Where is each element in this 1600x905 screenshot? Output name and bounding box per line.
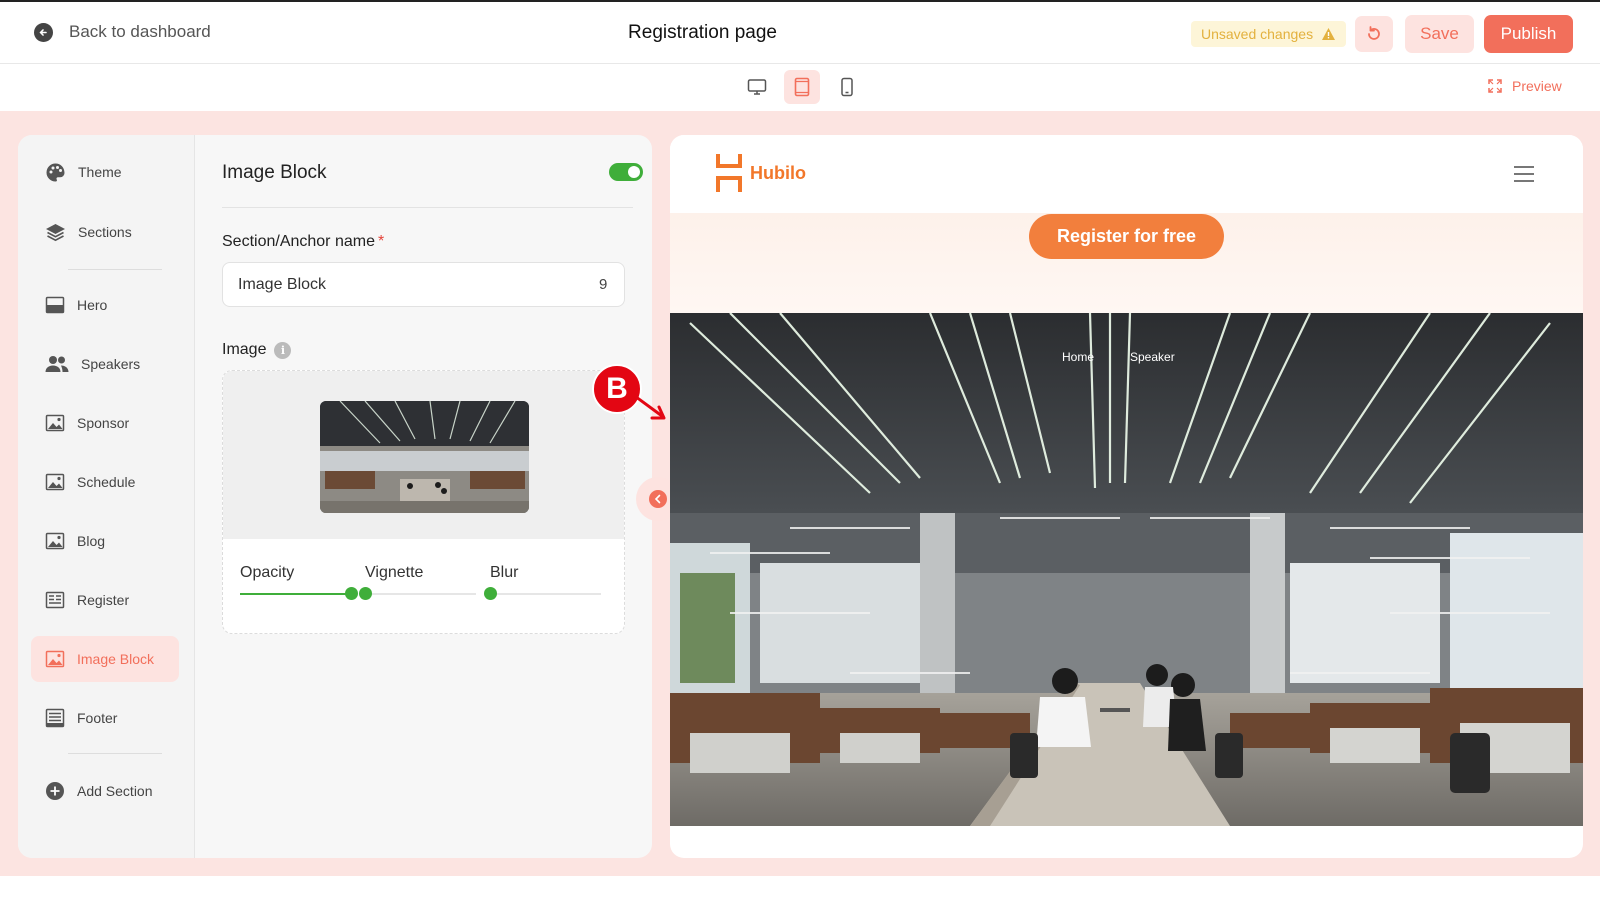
slider-thumb[interactable] bbox=[345, 587, 358, 600]
slider-fill bbox=[240, 593, 351, 595]
slider-thumb[interactable] bbox=[484, 587, 497, 600]
preview-label: Preview bbox=[1512, 78, 1562, 94]
editor-panel: Theme Sections Hero Speakers Sponsor Sch… bbox=[18, 135, 652, 858]
top-bar: Back to dashboard Registration page Unsa… bbox=[0, 0, 1600, 64]
sidebar-item-label: Hero bbox=[77, 297, 108, 313]
hubilo-logo-icon bbox=[716, 154, 742, 192]
overlay-nav-speaker[interactable]: Speaker bbox=[1130, 350, 1175, 364]
sidebar-item-schedule[interactable]: Schedule bbox=[31, 459, 179, 505]
anchor-name-label-text: Section/Anchor name bbox=[222, 233, 375, 250]
warning-icon bbox=[1322, 28, 1336, 40]
palette-icon bbox=[46, 163, 65, 181]
mobile-icon bbox=[841, 77, 853, 97]
panel-divider bbox=[222, 207, 633, 208]
sidebar-item-register[interactable]: Register bbox=[31, 577, 179, 623]
sidebar-item-label: Schedule bbox=[77, 474, 136, 490]
info-icon[interactable]: i bbox=[274, 341, 292, 359]
slider-thumb[interactable] bbox=[359, 587, 372, 600]
sidebar-item-label: Speakers bbox=[81, 356, 141, 372]
required-mark: * bbox=[377, 233, 385, 250]
hubilo-logo[interactable]: Hubilo bbox=[716, 154, 806, 192]
blur-label: Blur bbox=[490, 564, 519, 581]
image-icon bbox=[45, 532, 65, 550]
hero-icon bbox=[45, 296, 65, 314]
sidebar-item-sponsor[interactable]: Sponsor bbox=[31, 400, 179, 446]
image-icon bbox=[45, 473, 65, 491]
nav-divider bbox=[68, 269, 162, 270]
unsaved-changes-badge: Unsaved changes bbox=[1191, 21, 1347, 47]
sidebar-item-label: Theme bbox=[78, 164, 122, 180]
device-toolbar: Preview bbox=[0, 64, 1600, 111]
opacity-slider[interactable] bbox=[240, 587, 358, 600]
image-icon bbox=[45, 650, 65, 668]
logo-text: Hubilo bbox=[750, 162, 806, 183]
anchor-name-label: Section/Anchor name * bbox=[222, 233, 384, 251]
preview-canvas: Hubilo Register for free Home Speaker bbox=[670, 135, 1583, 858]
sidebar-item-label: Image Block bbox=[77, 651, 155, 667]
annotation-arrow-icon bbox=[630, 392, 666, 420]
sidebar-item-label: Sections bbox=[78, 224, 132, 240]
desktop-icon bbox=[747, 79, 767, 95]
unsaved-label: Unsaved changes bbox=[1201, 26, 1314, 42]
publish-button[interactable]: Publish bbox=[1484, 15, 1573, 53]
undo-icon bbox=[1368, 26, 1380, 40]
vignette-slider[interactable] bbox=[359, 587, 476, 600]
image-upload-card: Opacity Vignette Blur bbox=[222, 370, 625, 634]
mobile-view-button[interactable] bbox=[829, 70, 865, 104]
hamburger-menu-icon[interactable] bbox=[1514, 166, 1534, 187]
anchor-name-input[interactable] bbox=[222, 262, 625, 307]
tablet-view-button[interactable] bbox=[784, 70, 820, 104]
form-icon bbox=[45, 591, 65, 609]
image-thumbnail[interactable] bbox=[320, 401, 529, 513]
undo-button[interactable] bbox=[1355, 16, 1393, 52]
plus-circle-icon bbox=[46, 782, 64, 800]
image-label-text: Image bbox=[222, 341, 267, 358]
add-section-button[interactable]: Add Section bbox=[31, 768, 179, 814]
sidebar-item-label: Footer bbox=[77, 710, 118, 726]
section-nav: Theme Sections Hero Speakers Sponsor Sch… bbox=[18, 135, 195, 858]
site-header: Hubilo bbox=[670, 135, 1583, 213]
panel-title: Image Block bbox=[222, 162, 327, 183]
footer-icon bbox=[45, 708, 65, 728]
preview-button[interactable]: Preview bbox=[1488, 78, 1562, 94]
sidebar-item-hero[interactable]: Hero bbox=[31, 282, 179, 328]
image-preview-area bbox=[223, 371, 624, 539]
sidebar-item-theme[interactable]: Theme bbox=[31, 149, 179, 195]
character-counter: 9 bbox=[599, 276, 608, 293]
toggle-knob bbox=[628, 166, 640, 178]
sidebar-item-label: Blog bbox=[77, 533, 106, 549]
section-enabled-toggle[interactable] bbox=[609, 163, 643, 181]
tablet-icon bbox=[794, 77, 810, 97]
sidebar-item-label: Register bbox=[77, 592, 130, 608]
overlay-nav-home[interactable]: Home bbox=[1062, 350, 1094, 364]
office-image bbox=[670, 313, 1583, 826]
expand-icon bbox=[1488, 79, 1502, 93]
sidebar-item-label: Sponsor bbox=[77, 415, 130, 431]
image-icon bbox=[45, 414, 65, 432]
chevron-left-icon bbox=[649, 490, 667, 508]
image-field-label: Image i bbox=[222, 341, 292, 359]
opacity-label: Opacity bbox=[240, 564, 295, 581]
layers-icon bbox=[46, 223, 65, 241]
register-for-free-button[interactable]: Register for free bbox=[1029, 214, 1224, 259]
sidebar-item-image-block[interactable]: Image Block bbox=[31, 636, 179, 682]
blur-slider[interactable] bbox=[484, 587, 601, 600]
vignette-label: Vignette bbox=[365, 564, 424, 581]
save-button[interactable]: Save bbox=[1405, 15, 1474, 53]
sidebar-item-sections[interactable]: Sections bbox=[31, 209, 179, 255]
sidebar-item-footer[interactable]: Footer bbox=[31, 695, 179, 741]
sidebar-item-blog[interactable]: Blog bbox=[31, 518, 179, 564]
users-icon bbox=[45, 356, 69, 372]
properties-panel: Image Block Section/Anchor name* 9 Image… bbox=[195, 135, 652, 858]
nav-divider bbox=[68, 753, 162, 754]
sidebar-item-speakers[interactable]: Speakers bbox=[31, 341, 179, 387]
sidebar-item-label: Add Section bbox=[77, 783, 153, 799]
desktop-view-button[interactable] bbox=[739, 70, 775, 104]
hero-band: Register for free bbox=[670, 213, 1583, 313]
